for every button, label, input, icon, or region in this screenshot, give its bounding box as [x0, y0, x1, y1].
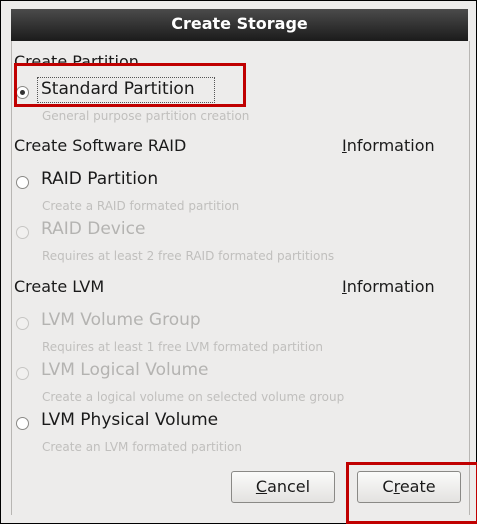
option-raid-partition[interactable]: RAID Partition: [41, 169, 158, 189]
option-raid-device: RAID Device: [41, 219, 146, 239]
raid-information-link[interactable]: Information: [342, 136, 435, 155]
radio-lvm-logical-volume: [16, 367, 29, 380]
dialog-title: Create Storage: [171, 14, 308, 33]
highlight-create-button: [346, 462, 477, 524]
highlight-standard-partition: [14, 63, 246, 107]
option-lvm-volume-group: LVM Volume Group: [41, 310, 201, 330]
radio-lvm-physical-volume[interactable]: [16, 417, 29, 430]
option-lvm-physical-volume[interactable]: LVM Physical Volume: [41, 410, 218, 430]
dialog-body: Create Partition Standard Partition Gene…: [11, 41, 470, 515]
radio-lvm-volume-group: [16, 317, 29, 330]
radio-raid-device: [16, 226, 29, 239]
desc-standard-partition: General purpose partition creation: [42, 109, 250, 123]
raid-information-rest: nformation: [346, 136, 435, 155]
section-header-lvm: Create LVM: [14, 277, 105, 296]
lvm-information-rest: nformation: [346, 277, 435, 296]
option-lvm-logical-volume: LVM Logical Volume: [41, 360, 209, 380]
lvm-information-link[interactable]: Information: [342, 277, 435, 296]
cancel-label-rest: ancel: [267, 477, 311, 496]
section-header-raid: Create Software RAID: [14, 136, 187, 155]
dialog-titlebar[interactable]: Create Storage: [11, 9, 468, 42]
desc-lvm-volume-group: Requires at least 1 free LVM formated pa…: [42, 340, 324, 354]
desc-raid-device: Requires at least 2 free RAID formated p…: [42, 249, 335, 263]
radio-raid-partition[interactable]: [16, 176, 29, 189]
cancel-mnemonic: C: [255, 477, 268, 496]
desc-lvm-physical-volume: Create an LVM formated partition: [42, 440, 242, 454]
desc-lvm-logical-volume: Create a logical volume on selected volu…: [42, 390, 345, 404]
desc-raid-partition: Create a RAID formated partition: [42, 199, 240, 213]
dialog-frame: Create Storage Create Partition Standard…: [0, 0, 477, 524]
cancel-button[interactable]: Cancel: [231, 471, 335, 503]
